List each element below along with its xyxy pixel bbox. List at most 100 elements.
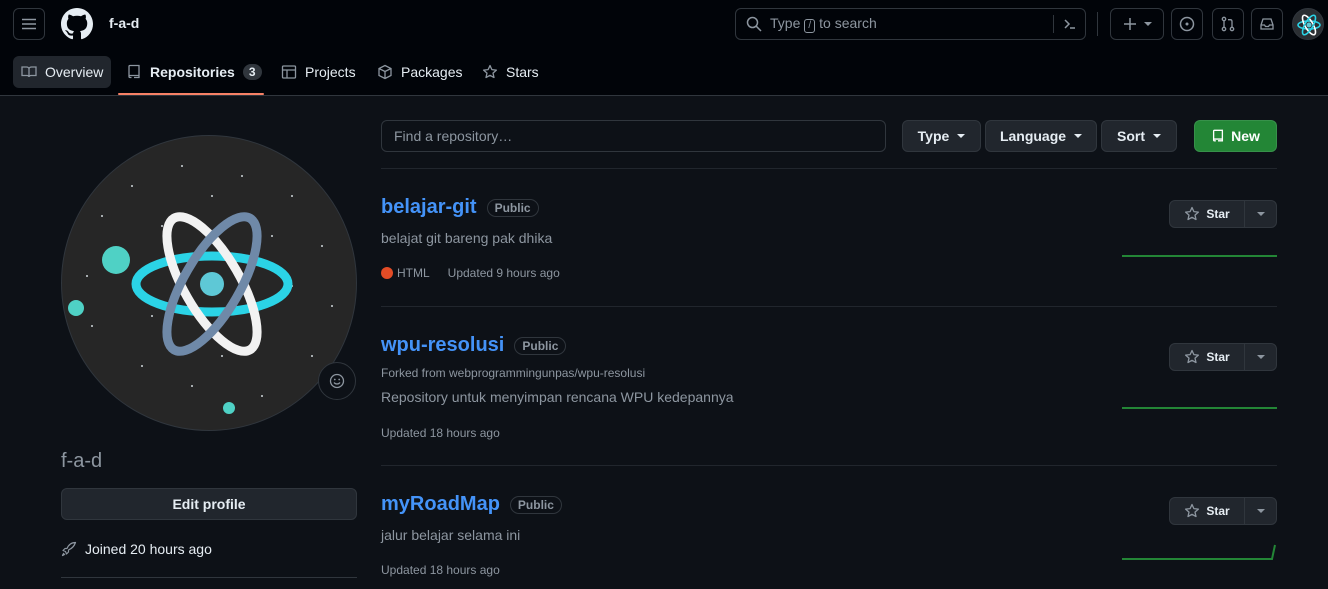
set-status-button[interactable]: [318, 362, 356, 400]
joined-text: Joined 20 hours ago: [85, 541, 212, 557]
header-divider: [1097, 12, 1098, 36]
issue-opened-icon: [1179, 16, 1195, 32]
edit-profile-button[interactable]: Edit profile: [61, 488, 357, 520]
profile-avatar[interactable]: [61, 135, 357, 431]
repo-meta: HTML Updated 9 hours ago: [381, 266, 560, 280]
profile-username: f-a-d: [61, 450, 103, 472]
package-icon: [378, 64, 392, 80]
find-repository-input[interactable]: Find a repository…: [381, 120, 886, 152]
language-filter-button[interactable]: Language: [985, 120, 1097, 152]
chevron-down-icon: [1256, 212, 1265, 216]
star-button[interactable]: Star: [1170, 201, 1245, 227]
atom-avatar-image: [68, 165, 333, 414]
chevron-down-icon: [957, 134, 966, 138]
activity-sparkline: [1122, 544, 1276, 560]
search-input[interactable]: Type / to search: [735, 8, 1086, 40]
smiley-icon: [329, 373, 345, 389]
list-divider: [381, 168, 1277, 169]
repo-description: Repository untuk menyimpan rencana WPU k…: [381, 389, 734, 405]
star-button-group: Star: [1169, 200, 1277, 228]
star-label: Star: [1206, 504, 1230, 518]
repo-list-item: belajar-git Public belajat git bareng pa…: [381, 196, 1277, 296]
type-filter-button[interactable]: Type: [902, 120, 981, 152]
star-icon: [1185, 503, 1200, 518]
tab-packages-label: Packages: [401, 64, 463, 80]
chevron-down-icon: [1256, 355, 1265, 359]
tab-overview[interactable]: Overview: [13, 56, 112, 88]
activity-sparkline: [1122, 407, 1277, 409]
sidebar-divider: [61, 577, 357, 578]
chevron-down-icon: [1153, 134, 1161, 138]
github-logo[interactable]: [61, 8, 93, 40]
search-shortcut-key: /: [804, 19, 816, 33]
tab-overview-label: Overview: [45, 64, 104, 80]
list-divider: [381, 465, 1277, 466]
pull-requests-button[interactable]: [1212, 8, 1244, 40]
selected-tab-indicator: [118, 93, 264, 95]
tab-packages[interactable]: Packages: [369, 56, 470, 88]
user-avatar-menu[interactable]: [1292, 8, 1324, 40]
chevron-down-icon: [1074, 134, 1083, 138]
rocket-icon: [61, 541, 77, 557]
visibility-badge: Public: [509, 495, 562, 514]
chevron-down-icon: [1256, 509, 1265, 513]
sort-button[interactable]: Sort: [1101, 120, 1177, 152]
table-icon: [281, 65, 297, 79]
visibility-badge: Public: [486, 198, 539, 217]
star-list-dropdown[interactable]: [1245, 344, 1276, 370]
repo-meta: Updated 18 hours ago: [381, 426, 500, 440]
repo-title-row: wpu-resolusi Public: [381, 334, 567, 357]
global-header: f-a-d Type / to search Overview Reposito…: [0, 0, 1328, 96]
repo-list-item: myRoadMap Public jalur belajar selama in…: [381, 493, 1277, 589]
repo-icon: [1213, 129, 1224, 142]
repo-name-link[interactable]: wpu-resolusi: [381, 334, 504, 357]
visibility-badge: Public: [514, 336, 567, 355]
repo-name-link[interactable]: myRoadMap: [381, 493, 500, 516]
git-pull-request-icon: [1221, 16, 1235, 32]
repo-updated: Updated 18 hours ago: [381, 426, 500, 440]
repo-language: HTML: [397, 266, 430, 280]
repo-updated: Updated 18 hours ago: [381, 563, 500, 577]
menu-button[interactable]: [13, 8, 45, 40]
repo-updated: Updated 9 hours ago: [447, 266, 560, 280]
list-divider: [381, 306, 1277, 307]
tab-projects[interactable]: Projects: [273, 56, 364, 88]
search-placeholder-prefix: Type: [770, 15, 801, 31]
repo-list-item: wpu-resolusi Public Forked from webprogr…: [381, 334, 1277, 454]
tab-stars[interactable]: Stars: [474, 56, 547, 88]
repo-icon: [128, 64, 140, 79]
command-palette-icon: [1063, 19, 1075, 29]
book-icon: [21, 66, 37, 78]
header-username[interactable]: f-a-d: [109, 15, 139, 31]
tab-repositories[interactable]: Repositories 3: [118, 56, 270, 88]
menu-icon: [22, 18, 36, 30]
language-color-dot: [381, 267, 393, 279]
repo-title-row: belajar-git Public: [381, 196, 539, 219]
forked-from-link[interactable]: Forked from webprogrammingunpas/wpu-reso…: [381, 366, 645, 380]
repositories-count-badge: 3: [242, 64, 262, 80]
issues-button[interactable]: [1171, 8, 1203, 40]
sort-label: Sort: [1117, 128, 1145, 144]
star-list-dropdown[interactable]: [1245, 201, 1276, 227]
inbox-button[interactable]: [1251, 8, 1283, 40]
inbox-icon: [1260, 18, 1274, 30]
new-button-label: New: [1231, 128, 1260, 144]
star-icon: [482, 64, 498, 79]
chevron-down-icon: [1144, 22, 1152, 26]
plus-icon: [1124, 18, 1136, 30]
star-label: Star: [1206, 350, 1230, 364]
star-label: Star: [1206, 207, 1230, 221]
joined-info: Joined 20 hours ago: [61, 541, 212, 557]
tab-repositories-label: Repositories: [150, 64, 235, 80]
repo-name-link[interactable]: belajar-git: [381, 196, 477, 219]
tab-stars-label: Stars: [506, 64, 539, 80]
star-button[interactable]: Star: [1170, 498, 1245, 524]
repo-description: jalur belajar selama ini: [381, 527, 521, 543]
star-button[interactable]: Star: [1170, 344, 1245, 370]
star-list-dropdown[interactable]: [1245, 498, 1276, 524]
language-filter-label: Language: [999, 128, 1067, 144]
new-repository-button[interactable]: New: [1194, 120, 1277, 152]
command-palette-button[interactable]: [1053, 15, 1085, 33]
create-new-button[interactable]: [1110, 8, 1164, 40]
activity-sparkline: [1122, 255, 1277, 257]
